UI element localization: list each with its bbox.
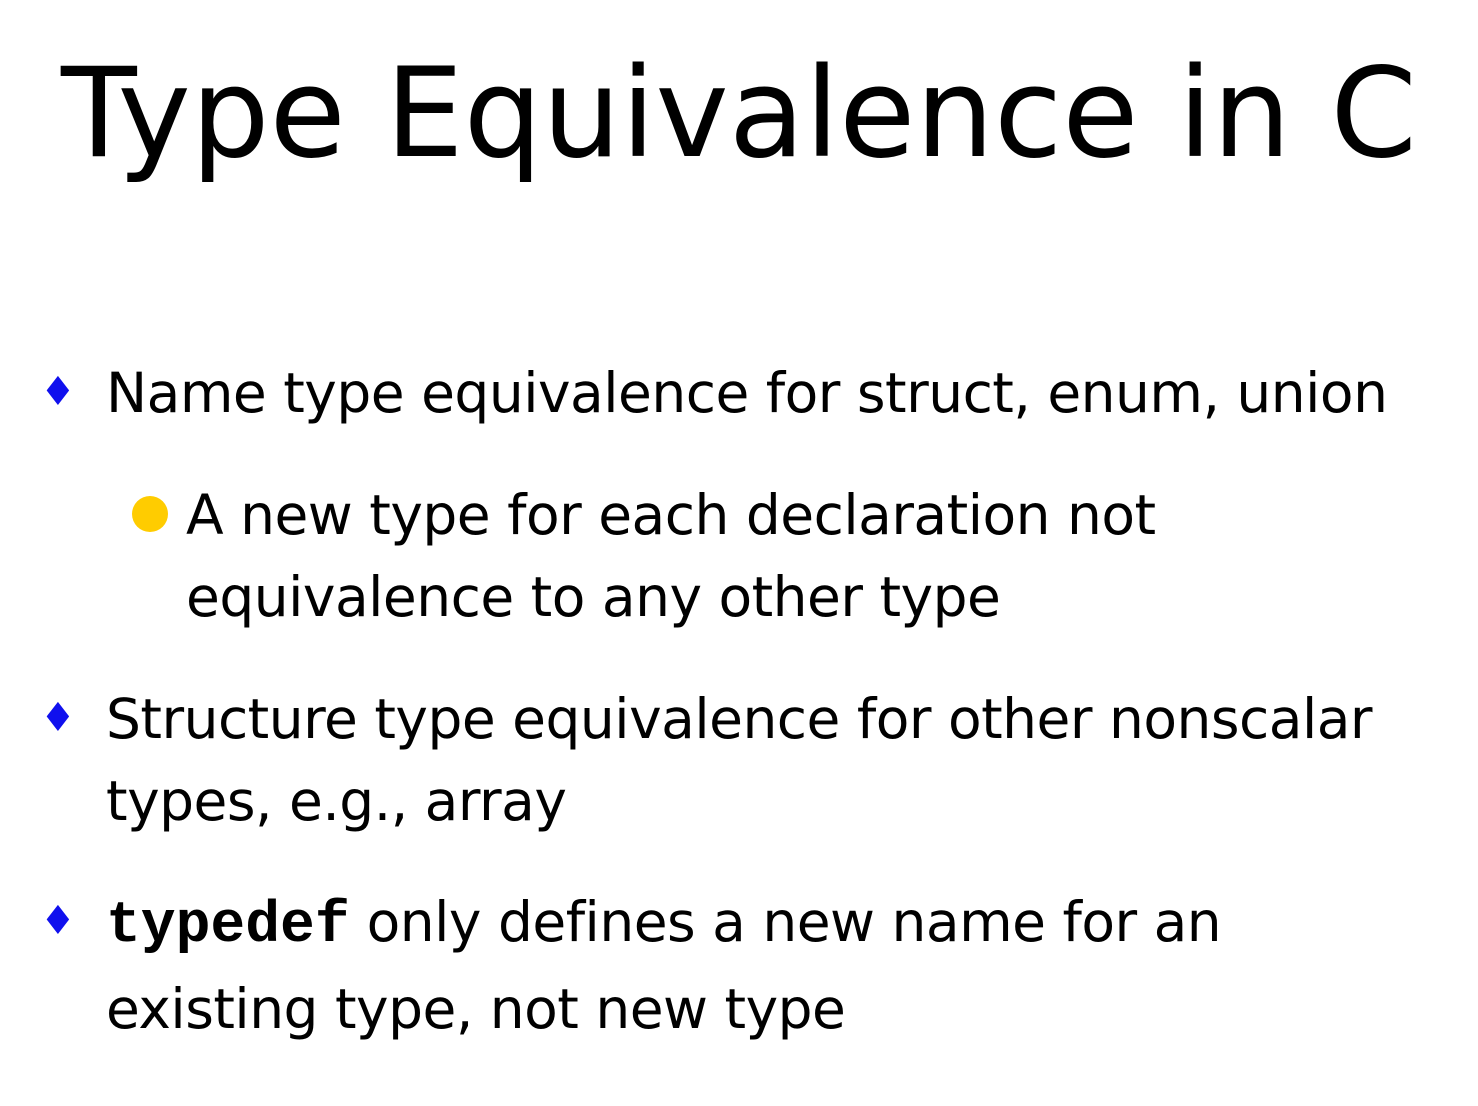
sub-bullet-text: A new type for each declaration not equi… (186, 483, 1156, 629)
diamond-icon: ♦ (40, 898, 76, 944)
dot-icon (132, 496, 168, 532)
slide: Type Equivalence in C ♦ Name type equiva… (0, 0, 1478, 1106)
typedef-keyword: typedef (106, 894, 350, 959)
diamond-icon: ♦ (40, 369, 76, 415)
bullet-text: Name type equivalence for struct, enum, … (106, 361, 1388, 425)
slide-title: Type Equivalence in C (61, 42, 1417, 186)
diamond-icon: ♦ (40, 695, 76, 741)
bullet-text: typedef only defines a new name for an e… (106, 881, 1406, 1050)
bullet-text: Structure type equivalence for other non… (106, 687, 1373, 833)
